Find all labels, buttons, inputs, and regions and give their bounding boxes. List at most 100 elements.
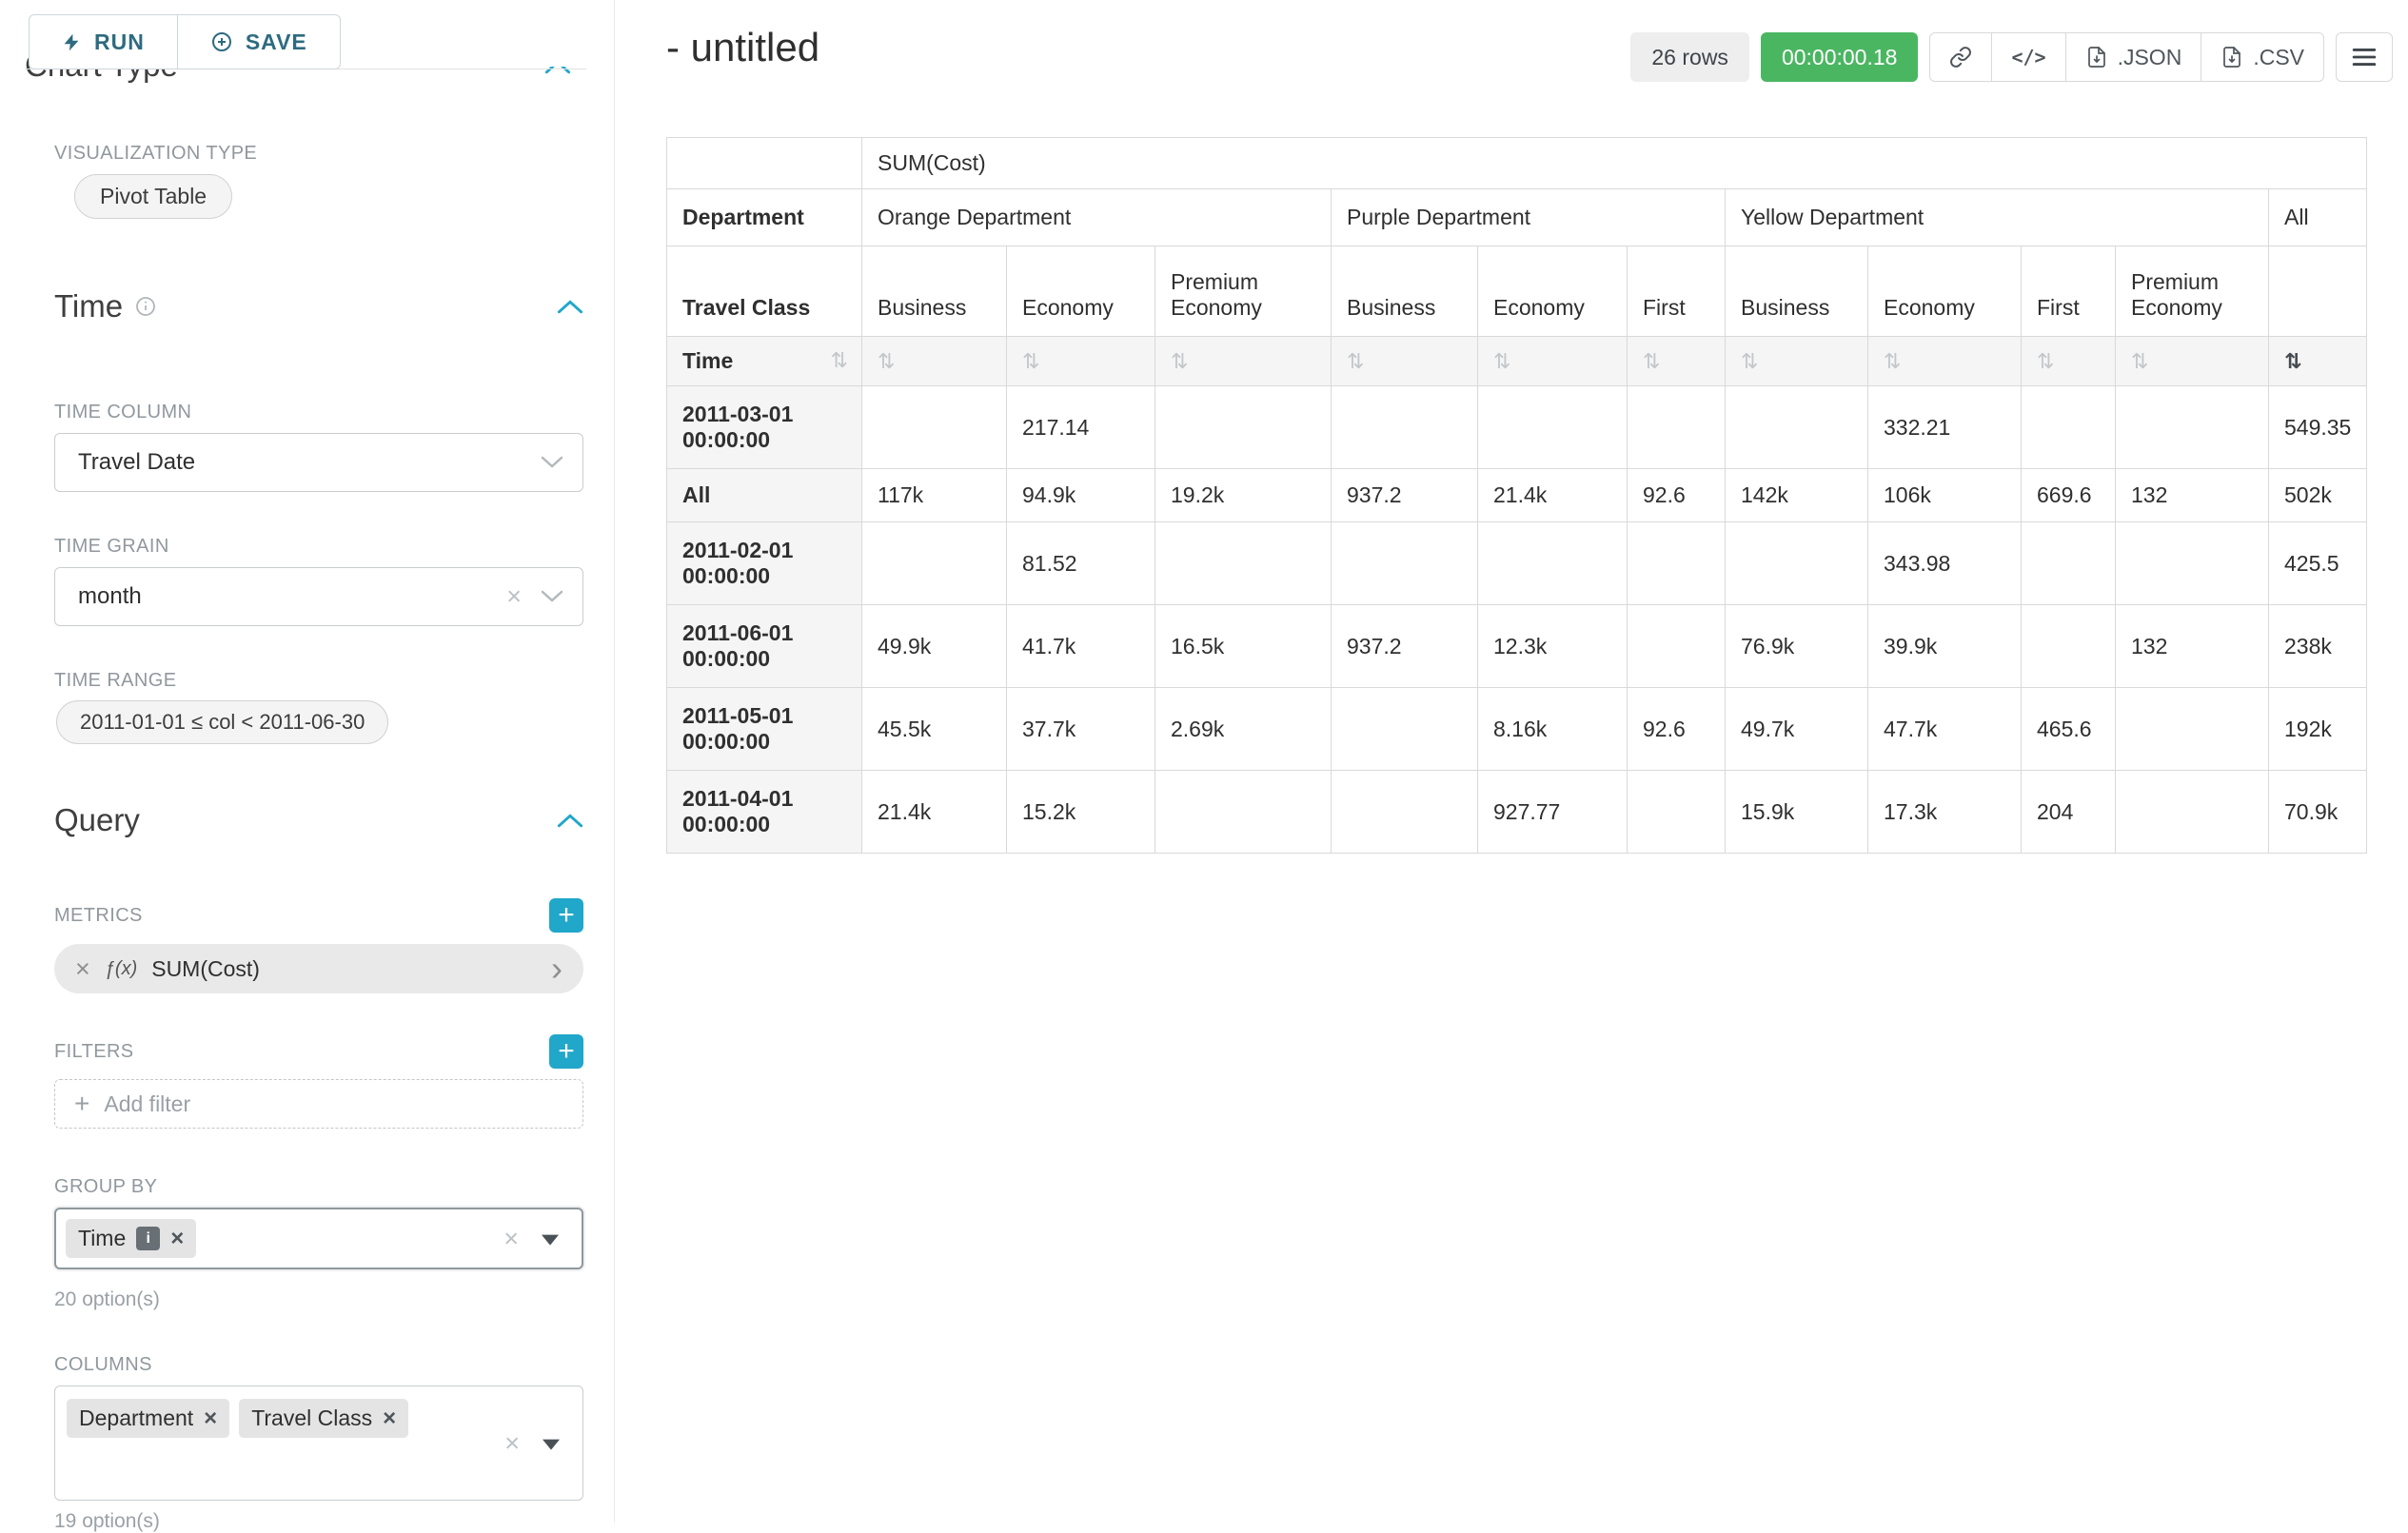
remove-tag-icon[interactable]: × — [204, 1407, 217, 1430]
save-button[interactable]: SAVE — [177, 14, 341, 69]
time-grain-label: TIME GRAIN — [54, 536, 583, 558]
cell: 106k — [1868, 469, 2022, 522]
add-filter-plus-button[interactable]: + — [549, 1034, 583, 1069]
cell — [1332, 386, 1478, 469]
column-header: First — [1628, 246, 1726, 337]
column-header — [2269, 246, 2367, 337]
plus-circle-icon — [210, 30, 233, 53]
visualization-type-label: VISUALIZATION TYPE — [54, 143, 583, 165]
export-csv-button[interactable]: .CSV — [2201, 32, 2324, 82]
export-json-button[interactable]: .JSON — [2065, 32, 2202, 82]
cell: 92.6 — [1628, 469, 1726, 522]
selected-option-tag[interactable]: Department× — [67, 1399, 229, 1438]
cell: 204 — [2022, 771, 2116, 854]
link-icon — [1949, 46, 1972, 69]
sort-icon[interactable]: ⇅ — [1884, 350, 1901, 374]
column-header: Economy — [1868, 246, 2022, 337]
cell: 21.4k — [1478, 469, 1628, 522]
metric-header: SUM(Cost) — [862, 138, 2367, 189]
sort-icon[interactable]: ⇅ — [2037, 350, 2054, 374]
clear-icon[interactable]: × — [506, 584, 522, 610]
add-filter-button[interactable]: + Add filter — [54, 1079, 583, 1129]
time-range-pill[interactable]: 2011-01-01 ≤ col < 2011-06-30 — [56, 700, 388, 744]
metric-pill[interactable]: × ƒ(x) SUM(Cost) › — [54, 944, 583, 993]
column-dimension-header: Department — [667, 189, 862, 246]
collapse-section-icon[interactable] — [557, 298, 583, 315]
selected-option-tag[interactable]: Timei× — [66, 1219, 196, 1258]
cell: 92.6 — [1628, 688, 1726, 771]
cell: 15.2k — [1007, 771, 1155, 854]
cell — [862, 386, 1007, 469]
time-grain-select[interactable]: month × — [54, 567, 583, 626]
cell: 142k — [1726, 469, 1868, 522]
column-dimension-header: Travel Class — [667, 246, 862, 337]
save-button-label: SAVE — [246, 29, 307, 55]
cell: 70.9k — [2269, 771, 2367, 854]
group-by-select[interactable]: Timei× × — [54, 1208, 583, 1269]
menu-button[interactable] — [2336, 32, 2393, 82]
remove-tag-icon[interactable]: × — [383, 1407, 396, 1430]
sort-cell: ⇅ — [1155, 337, 1332, 386]
chevron-right-icon[interactable]: › — [551, 955, 563, 983]
sort-icon[interactable]: ⇅ — [1171, 350, 1188, 374]
cell: 15.9k — [1726, 771, 1868, 854]
cell: 45.5k — [862, 688, 1007, 771]
time-column-value: Travel Date — [78, 449, 195, 476]
time-column-select[interactable]: Travel Date — [54, 433, 583, 492]
viz-type-pill[interactable]: Pivot Table — [74, 174, 232, 219]
sort-cell: ⇅ — [862, 337, 1007, 386]
view-query-button[interactable]: </> — [1991, 32, 2065, 82]
sort-icon[interactable]: ⇅ — [1643, 350, 1660, 374]
clear-icon[interactable]: × — [504, 1430, 520, 1456]
run-button[interactable]: RUN — [29, 14, 177, 69]
cell: 549.35 — [2269, 386, 2367, 469]
group-by-label: GROUP BY — [54, 1176, 583, 1198]
sort-icon[interactable]: ⇅ — [2284, 350, 2301, 374]
cell: 37.7k — [1007, 688, 1155, 771]
file-download-icon — [2220, 46, 2243, 69]
cell: 937.2 — [1332, 469, 1478, 522]
column-header: Economy — [1478, 246, 1628, 337]
sort-icon[interactable]: ⇅ — [1493, 350, 1510, 374]
clear-icon[interactable]: × — [503, 1226, 519, 1251]
cell: 47.7k — [1868, 688, 2022, 771]
cell: 2.69k — [1155, 688, 1332, 771]
info-icon[interactable]: i — [136, 1227, 160, 1250]
sort-icon[interactable]: ⇅ — [831, 349, 848, 373]
chevron-up-icon — [557, 812, 583, 829]
cell: 192k — [2269, 688, 2367, 771]
results-toolbar: 26 rows 00:00:00.18 </> .JSON .CSV — [1630, 32, 2393, 82]
cell: 76.9k — [1726, 605, 1868, 688]
cell: 465.6 — [2022, 688, 2116, 771]
cell — [862, 522, 1007, 605]
remove-tag-icon[interactable]: × — [170, 1228, 184, 1250]
caret-down-icon[interactable] — [543, 1439, 560, 1449]
cell: 217.14 — [1007, 386, 1155, 469]
sort-icon[interactable]: ⇅ — [1741, 350, 1758, 374]
sort-icon[interactable]: ⇅ — [2131, 350, 2148, 374]
tag-label: Travel Class — [251, 1405, 372, 1431]
caret-down-icon[interactable] — [542, 1234, 559, 1245]
copy-link-button[interactable] — [1929, 32, 1992, 82]
remove-metric-icon[interactable]: × — [75, 956, 90, 982]
sort-icon[interactable]: ⇅ — [878, 350, 895, 374]
cell: 49.9k — [862, 605, 1007, 688]
sort-icon[interactable]: ⇅ — [1022, 350, 1039, 374]
sort-icon[interactable]: ⇅ — [1347, 350, 1364, 374]
file-download-icon — [2085, 46, 2108, 69]
cell: 937.2 — [1332, 605, 1478, 688]
metric-name: SUM(Cost) — [151, 956, 260, 982]
table-row: 2011-02-01 00:00:0081.52343.98425.5 — [667, 522, 2367, 605]
cell: 502k — [2269, 469, 2367, 522]
columns-select[interactable]: Department× Travel Class × × — [54, 1386, 583, 1501]
sort-cell: ⇅ — [1332, 337, 1478, 386]
collapse-section-icon[interactable] — [557, 812, 583, 829]
selected-option-tag[interactable]: Travel Class × — [239, 1399, 408, 1438]
add-metric-button[interactable]: + — [549, 898, 583, 933]
chart-area: - untitled 26 rows 00:00:00.18 </> .JSON… — [616, 0, 2408, 1523]
chart-type-collapse-icon[interactable] — [544, 67, 575, 76]
cell — [1332, 522, 1478, 605]
cell — [2022, 522, 2116, 605]
columns-options-hint: 19 option(s) — [54, 1510, 583, 1533]
cell: 16.5k — [1155, 605, 1332, 688]
